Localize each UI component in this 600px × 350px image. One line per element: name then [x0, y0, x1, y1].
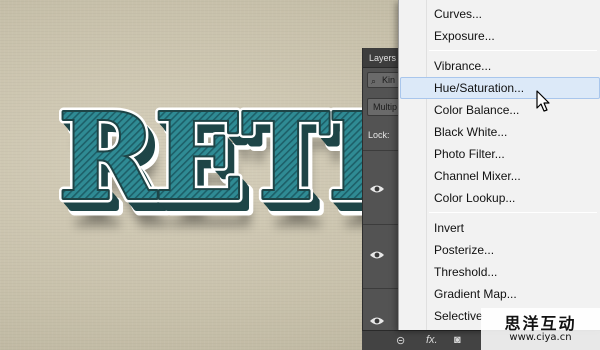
watermark-url: www.ciya.cn [509, 332, 572, 343]
search-icon: ⌕ [371, 76, 377, 86]
link-layers-icon[interactable]: ⊝ [396, 334, 405, 347]
mouse-cursor-icon [536, 90, 550, 112]
layer-row[interactable] [363, 150, 403, 224]
menu-item-invert[interactable]: Invert [400, 217, 600, 239]
layers-panel: Layers ⌕ Kin Multip Lock: [362, 48, 407, 350]
eye-icon[interactable] [369, 250, 385, 260]
watermark: 思洋互动 www.ciya.cn [481, 308, 600, 350]
menu-item-exposure[interactable]: Exposure... [400, 25, 600, 47]
menu-separator [429, 212, 597, 213]
layer-row[interactable] [363, 288, 403, 330]
adjustments-menu: Curves... Exposure... Vibrance... Hue/Sa… [398, 0, 600, 330]
menu-item-color-lookup[interactable]: Color Lookup... [400, 187, 600, 209]
add-mask-icon[interactable]: ◙ [454, 334, 461, 346]
menu-item-black-white[interactable]: Black White... [400, 121, 600, 143]
fx-button[interactable]: fx. [426, 334, 438, 346]
eye-icon[interactable] [369, 184, 385, 194]
menu-item-color-balance[interactable]: Color Balance... [400, 99, 600, 121]
layer-filter-label: Kin [382, 75, 396, 85]
layers-panel-title[interactable]: Layers [363, 48, 403, 68]
menu-separator [429, 50, 597, 51]
layer-row[interactable] [363, 224, 403, 288]
menu-item-channel-mixer[interactable]: Channel Mixer... [400, 165, 600, 187]
menu-item-curves[interactable]: Curves... [400, 3, 600, 25]
lock-label: Lock: [368, 130, 390, 140]
eye-icon[interactable] [369, 316, 385, 326]
menu-item-hue-saturation[interactable]: Hue/Saturation... [400, 77, 600, 99]
menu-item-gradient-map[interactable]: Gradient Map... [400, 283, 600, 305]
menu-item-threshold[interactable]: Threshold... [400, 261, 600, 283]
menu-item-vibrance[interactable]: Vibrance... [400, 55, 600, 77]
menu-item-photo-filter[interactable]: Photo Filter... [400, 143, 600, 165]
watermark-title: 思洋互动 [504, 314, 577, 333]
menu-item-posterize[interactable]: Posterize... [400, 239, 600, 261]
